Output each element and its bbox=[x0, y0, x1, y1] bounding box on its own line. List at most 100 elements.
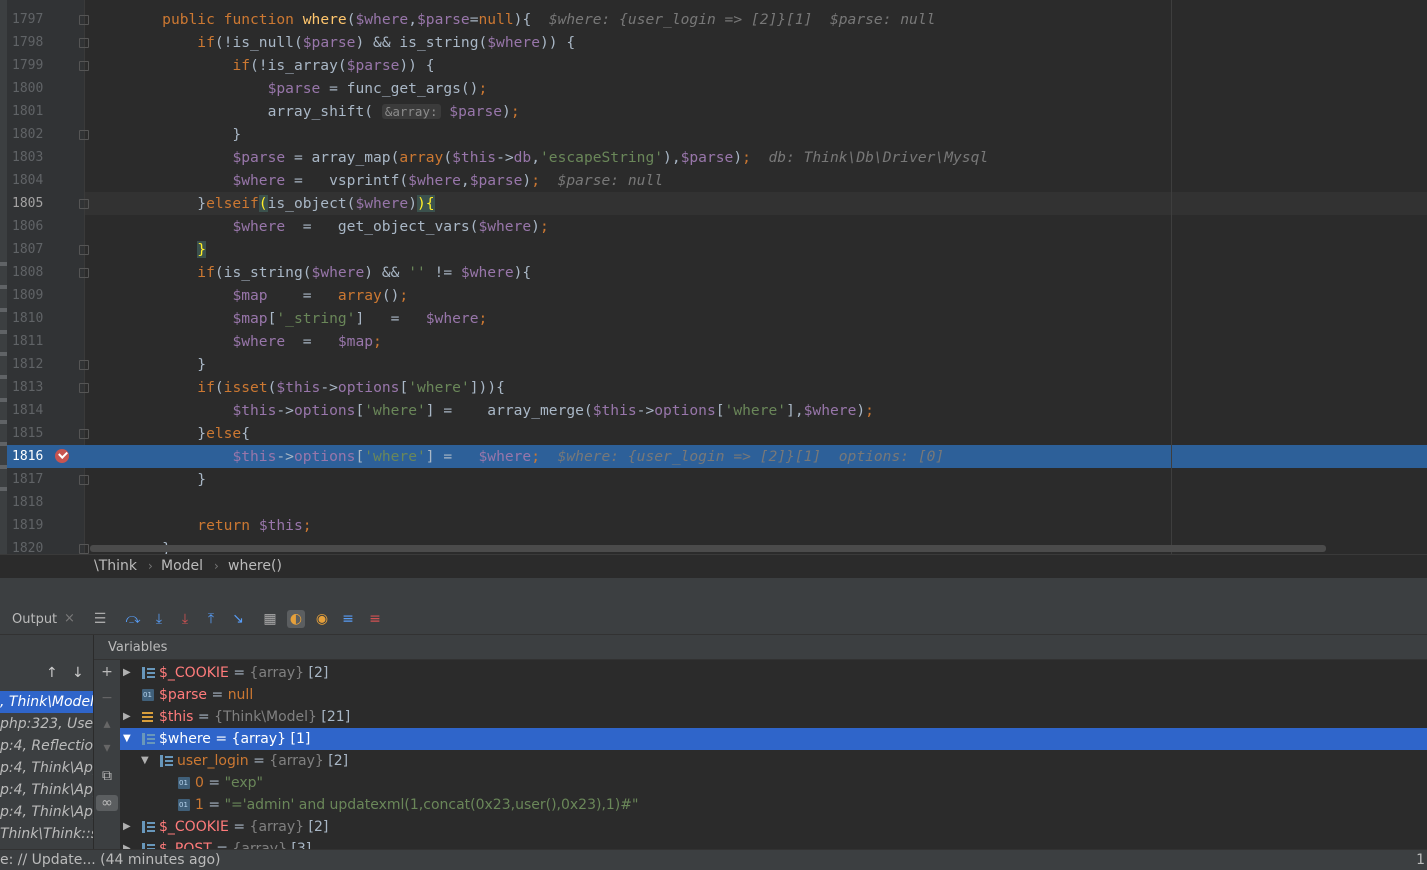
gutter-line[interactable]: 1811 bbox=[7, 330, 85, 353]
mute-icon[interactable]: ◉ bbox=[313, 610, 331, 628]
expand-arrow-icon[interactable]: ▶ bbox=[123, 706, 131, 728]
code-line[interactable]: if(!is_null($parse) && is_string($where)… bbox=[85, 31, 1427, 54]
fold-icon[interactable] bbox=[79, 130, 89, 140]
gutter-line[interactable]: 1820 bbox=[7, 537, 89, 554]
code-line[interactable]: }elseif(is_object($where)){ bbox=[85, 192, 1427, 215]
fold-icon[interactable] bbox=[79, 61, 89, 71]
gutter-line[interactable]: 1799 bbox=[7, 54, 89, 77]
fold-icon[interactable] bbox=[79, 360, 89, 370]
breadcrumb-method[interactable]: where() bbox=[228, 555, 282, 578]
move-up-icon[interactable]: ▴ bbox=[99, 716, 115, 732]
variable-row[interactable]: ▼ $where = {array} [1] bbox=[120, 728, 1427, 750]
variable-row[interactable]: ▶ $_COOKIE = {array} [2] bbox=[120, 816, 1427, 838]
arrow-down-icon[interactable]: ↓ bbox=[72, 665, 84, 681]
code-line[interactable]: $this->options['where'] = $where; $where… bbox=[85, 445, 1427, 468]
expand-arrow-icon[interactable]: ▶ bbox=[123, 816, 131, 838]
fold-icon[interactable] bbox=[79, 475, 89, 485]
code-line[interactable]: return $this; bbox=[85, 514, 1427, 537]
stack-frame[interactable]: p:4, Reflection bbox=[0, 735, 93, 757]
gutter-line[interactable]: 1806 bbox=[7, 215, 85, 238]
frames-panel[interactable]: ↑ ↓ , Think\Model php:323, User p:4, Refle… bbox=[0, 635, 94, 849]
gutter-line[interactable]: 1798 bbox=[7, 31, 89, 54]
run-to-cursor-icon[interactable]: ↘ bbox=[229, 610, 247, 628]
fold-icon[interactable] bbox=[79, 199, 89, 209]
breakpoint-icon[interactable] bbox=[55, 449, 69, 463]
stack-frame[interactable]: php:323, User bbox=[0, 713, 93, 735]
variable-row[interactable]: 1 = "='admin' and updatexml(1,concat(0x2… bbox=[120, 794, 1427, 816]
gutter-line[interactable]: 1797 bbox=[7, 8, 89, 31]
breadcrumb-namespace[interactable]: \Think bbox=[94, 555, 137, 578]
gutter-line[interactable]: 1804 bbox=[7, 169, 85, 192]
expand-arrow-icon[interactable]: ▶ bbox=[123, 662, 131, 684]
step-into-icon[interactable]: ⤓ bbox=[150, 610, 168, 628]
move-down-icon[interactable]: ▾ bbox=[99, 740, 115, 756]
gutter-line[interactable]: 1819 bbox=[7, 514, 85, 537]
collapse-arrow-icon[interactable]: ▼ bbox=[123, 728, 131, 750]
fold-icon[interactable] bbox=[79, 429, 89, 439]
code-line[interactable]: $parse = array_map(array($this->db,'esca… bbox=[85, 146, 1427, 169]
gutter-line[interactable]: 1814 bbox=[7, 399, 85, 422]
code-line[interactable]: } bbox=[85, 468, 1427, 491]
code-line[interactable]: } bbox=[85, 353, 1427, 376]
remove-icon[interactable]: − bbox=[99, 690, 115, 706]
code-line[interactable]: $this->options['where'] = array_merge($t… bbox=[85, 399, 1427, 422]
gutter-line[interactable]: 1810 bbox=[7, 307, 85, 330]
output-tab[interactable]: Output bbox=[12, 612, 57, 627]
gutter-line[interactable]: 1813 bbox=[7, 376, 89, 399]
close-icon[interactable]: × bbox=[64, 611, 75, 626]
fold-icon[interactable] bbox=[79, 268, 89, 278]
variables-tree[interactable]: ▶ $_COOKIE = {array} [2] $parse = null ▶ $th… bbox=[120, 660, 1427, 849]
code-line[interactable]: $where = vsprintf($where,$parse); $parse… bbox=[85, 169, 1427, 192]
arrow-up-icon[interactable]: ↑ bbox=[46, 665, 58, 681]
code-line[interactable]: array_shift( &array: $parse); bbox=[85, 100, 1427, 123]
fold-icon[interactable] bbox=[79, 15, 89, 25]
watch-toggle-icon[interactable]: ◐ bbox=[287, 610, 305, 628]
gutter-line[interactable]: 1809 bbox=[7, 284, 85, 307]
gutter-line[interactable]: 1815 bbox=[7, 422, 89, 445]
evaluate-expression-icon[interactable]: ▦ bbox=[261, 610, 279, 628]
gutter-line[interactable]: 1800 bbox=[7, 77, 85, 100]
stack-frame[interactable]: , Think\Model bbox=[0, 691, 93, 713]
gutter-line[interactable]: 1801 bbox=[7, 100, 85, 123]
variable-row[interactable]: ▼ user_login = {array} [2] bbox=[120, 750, 1427, 772]
variable-row[interactable]: 0 = "exp" bbox=[120, 772, 1427, 794]
breadcrumb-class[interactable]: Model bbox=[161, 555, 203, 578]
code-line[interactable]: if(is_string($where) && '' != $where){ bbox=[85, 261, 1427, 284]
add-icon[interactable]: + bbox=[99, 664, 115, 680]
code-line[interactable]: $where = get_object_vars($where); bbox=[85, 215, 1427, 238]
gutter-line[interactable]: 1805 bbox=[7, 192, 89, 215]
gutter-line[interactable]: 1808 bbox=[7, 261, 89, 284]
gutter-line[interactable]: 1816 bbox=[7, 445, 85, 468]
stack-frame[interactable]: Think\Think::st bbox=[0, 823, 93, 845]
frames-list-icon[interactable]: ☰ bbox=[91, 610, 109, 628]
variable-row[interactable]: ▶ $_POST = {array} [3] bbox=[120, 838, 1427, 849]
stack-frame[interactable]: p:4, Think\App bbox=[0, 779, 93, 801]
gutter-line[interactable]: 1818 bbox=[7, 491, 85, 514]
code-line[interactable]: public function where($where,$parse=null… bbox=[85, 8, 1427, 31]
code-line[interactable]: if(!is_array($parse)) { bbox=[85, 54, 1427, 77]
force-step-into-icon[interactable]: ⤓ bbox=[176, 610, 194, 628]
code-line[interactable]: if(isset($this->options['where'])){ bbox=[85, 376, 1427, 399]
code-line[interactable]: } bbox=[85, 123, 1427, 146]
panel-divider[interactable] bbox=[0, 578, 1427, 604]
variable-row[interactable]: ▶ $this = {Think\Model} [21] bbox=[120, 706, 1427, 728]
horizontal-scrollbar[interactable] bbox=[90, 545, 1326, 552]
code-line[interactable]: }else{ bbox=[85, 422, 1427, 445]
variable-row[interactable]: ▶ $_COOKIE = {array} [2] bbox=[120, 662, 1427, 684]
inline-watches-icon[interactable]: ∞ bbox=[96, 795, 118, 811]
code-line[interactable]: } bbox=[85, 238, 1427, 261]
code-editor[interactable]: public function where($where,$parse=null… bbox=[0, 0, 1427, 554]
step-over-icon[interactable]: ⤼ bbox=[124, 610, 142, 628]
stack-frame[interactable]: p:4, Think\App bbox=[0, 757, 93, 779]
fold-icon[interactable] bbox=[79, 544, 89, 554]
stack-frame[interactable]: p:4, Think\App bbox=[0, 801, 93, 823]
view-breakpoints-icon[interactable]: ≡ bbox=[339, 610, 357, 628]
expand-arrow-icon[interactable]: ▶ bbox=[123, 838, 131, 849]
copy-icon[interactable]: ⧉ bbox=[99, 768, 115, 784]
gutter-line[interactable]: 1802 bbox=[7, 123, 89, 146]
collapse-arrow-icon[interactable]: ▼ bbox=[141, 750, 149, 772]
code-line[interactable] bbox=[85, 491, 1427, 514]
fold-icon[interactable] bbox=[79, 383, 89, 393]
code-line[interactable]: $where = $map; bbox=[85, 330, 1427, 353]
gutter-line[interactable]: 1803 bbox=[7, 146, 85, 169]
